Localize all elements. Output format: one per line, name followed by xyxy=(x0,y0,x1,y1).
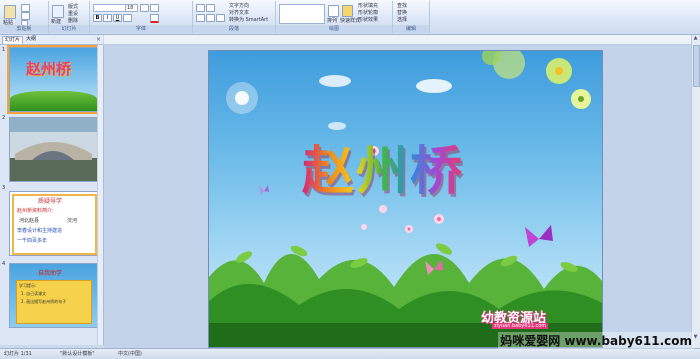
align-center-icon[interactable] xyxy=(206,14,215,22)
thumb-title: 赵州桥 xyxy=(26,60,72,78)
font-group-label: 字体 xyxy=(90,25,192,33)
thumb-line: 李春设计和主持建造 xyxy=(17,228,63,234)
clipboard-group-label: 剪贴板 xyxy=(0,25,48,33)
slides-group: 新建 版式 重设 删除 幻灯片 xyxy=(49,1,90,33)
slide-title[interactable]: 赵州桥 xyxy=(302,129,464,204)
language-indicator: 中文(中国) xyxy=(118,351,142,357)
shrink-font-icon[interactable] xyxy=(150,4,159,12)
vertical-scrollbar[interactable]: ▲ ▼ xyxy=(691,35,700,348)
layout-button[interactable]: 版式 xyxy=(68,4,78,10)
shadow-icon[interactable] xyxy=(123,14,132,22)
editing-group: 查找 替换 选择 编辑 xyxy=(393,1,430,33)
shapes-gallery[interactable] xyxy=(279,4,325,24)
smartart-button[interactable]: 转换为 SmartArt xyxy=(229,17,268,23)
quick-styles-icon[interactable] xyxy=(342,5,353,17)
paragraph-group: 文字方向 对齐文本 转换为 SmartArt 段落 xyxy=(193,1,276,33)
font-size-combo[interactable]: 18 xyxy=(125,4,138,12)
select-button[interactable]: 选择 xyxy=(397,17,407,23)
slide-thumbnail-panel: 1 赵州桥 2 3 质疑导学 赵州桥资料简介: 河北赵县 洨河 李春设计和主持建… xyxy=(0,45,104,345)
align-left-icon[interactable] xyxy=(196,14,205,22)
slide-thumbnail-2[interactable] xyxy=(9,117,98,182)
slides-group-label: 幻灯片 xyxy=(49,25,89,33)
thumb-line: 赵州桥资料简介: xyxy=(17,208,54,214)
scroll-up-icon[interactable]: ▲ xyxy=(693,36,698,41)
ruler xyxy=(104,35,691,45)
paste-icon[interactable] xyxy=(4,5,16,19)
thumb-line: 一千四百多年 xyxy=(17,238,48,244)
font-group: 18 B I U 字体 xyxy=(90,1,193,33)
slide-thumbnail-4[interactable]: 自我助学 学习提示: 1. 自己读课文 2. 画出描写赵州桥的句子 xyxy=(9,263,98,328)
tab-slides[interactable]: 幻灯片 xyxy=(2,36,24,44)
thumb-number: 1 xyxy=(2,47,6,53)
paragraph-group-label: 段落 xyxy=(193,25,275,33)
new-slide-icon[interactable] xyxy=(52,5,64,18)
clipboard-group: 粘贴 剪贴板 xyxy=(0,1,49,33)
bold-icon[interactable]: B xyxy=(93,14,102,22)
ribbon: 粘贴 剪贴板 新建 版式 重设 删除 幻灯片 18 B I U 字体 文字方向 … xyxy=(0,0,700,35)
find-button[interactable]: 查找 xyxy=(397,3,407,9)
thumb-title: 质疑导学 xyxy=(38,198,63,205)
theme-name: "默认设计模板" xyxy=(60,351,95,357)
arrange-icon[interactable] xyxy=(328,5,339,17)
align-text-button[interactable]: 对齐文本 xyxy=(229,10,249,16)
main-slide[interactable]: 赵州桥 幼教资源站 ziyuan.baby611.com xyxy=(208,50,603,348)
thumb-line: 2. 画出描写赵州桥的句子 xyxy=(21,299,67,304)
italic-icon[interactable]: I xyxy=(103,14,112,22)
thumb-number: 2 xyxy=(2,115,6,121)
thumb-number: 3 xyxy=(2,185,6,191)
thumb-line: 洨河 xyxy=(67,218,78,224)
bullets-icon[interactable] xyxy=(196,4,205,12)
slide-thumbnail-3[interactable]: 质疑导学 赵州桥资料简介: 河北赵县 洨河 李春设计和主持建造 一千四百多年 xyxy=(9,191,98,256)
panel-scrollbar[interactable] xyxy=(97,45,103,345)
numbering-icon[interactable] xyxy=(206,4,215,12)
editing-group-label: 编辑 xyxy=(393,25,429,33)
shape-outline-button[interactable]: 形状轮廓 xyxy=(358,10,378,16)
slides-outline-tabs: 幻灯片 大纲 × xyxy=(0,35,103,45)
close-icon[interactable]: × xyxy=(96,36,101,43)
brand-url: ziyuan.baby611.com xyxy=(492,323,549,329)
grass-graphic xyxy=(10,91,97,111)
grow-font-icon[interactable] xyxy=(140,4,149,12)
quick-styles-label: 快速样式 xyxy=(340,18,361,24)
underline-icon[interactable]: U xyxy=(113,14,122,22)
font-name-combo[interactable] xyxy=(93,4,126,12)
arrange-label: 排列 xyxy=(327,18,338,24)
slide-thumbnail-1[interactable]: 赵州桥 xyxy=(7,45,100,114)
align-right-icon[interactable] xyxy=(216,14,225,22)
scroll-thumb[interactable] xyxy=(693,45,700,87)
site-watermark: 妈咪爱婴网 www.baby611.com xyxy=(498,332,694,349)
thumb-line: 河北赵县 xyxy=(19,218,40,224)
drawing-group: 排列 快速样式 形状填充 形状轮廓 形状效果 绘图 xyxy=(276,1,393,33)
font-color-icon[interactable] xyxy=(150,14,159,23)
delete-button[interactable]: 删除 xyxy=(68,18,78,24)
thumb-line: 1. 自己读课文 xyxy=(21,291,47,296)
thumb-number: 4 xyxy=(2,261,6,267)
drawing-group-label: 绘图 xyxy=(276,25,392,33)
thumb-line: 学习提示: xyxy=(19,283,37,288)
reset-button[interactable]: 重设 xyxy=(68,11,78,17)
thumb-title: 自我助学 xyxy=(38,270,63,277)
shape-fill-button[interactable]: 形状填充 xyxy=(358,3,378,9)
tab-outline[interactable]: 大纲 xyxy=(24,36,38,43)
shape-effects-button[interactable]: 形状效果 xyxy=(358,17,378,23)
copy-icon[interactable] xyxy=(21,12,30,20)
status-bar: 幻灯片 1/31 "默认设计模板" 中文(中国) xyxy=(0,348,700,359)
bridge-photo xyxy=(10,118,97,181)
replace-button[interactable]: 替换 xyxy=(397,10,407,16)
cut-icon[interactable] xyxy=(21,4,30,12)
slide-count: 幻灯片 1/31 xyxy=(4,351,32,357)
text-direction-button[interactable]: 文字方向 xyxy=(229,3,249,9)
